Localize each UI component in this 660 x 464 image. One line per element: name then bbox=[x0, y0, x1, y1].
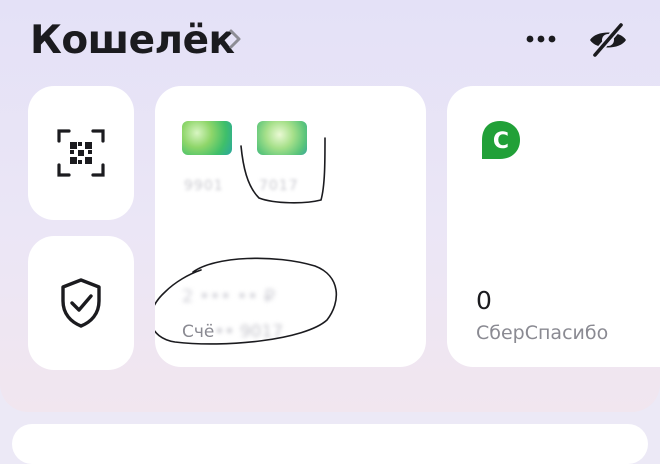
wallet-panel: Кошелёк 9901 7017 2 ••• •• ₽ Счё•• 9017 … bbox=[0, 0, 660, 412]
sberspasibo-label: СберСпасибо bbox=[476, 322, 609, 344]
eye-slash-icon[interactable] bbox=[586, 20, 630, 60]
page-title[interactable]: Кошелёк bbox=[30, 17, 235, 65]
qr-scan-button[interactable] bbox=[28, 86, 134, 220]
sberspasibo-logo-icon: С bbox=[482, 121, 520, 159]
account-label: Счё•• 9017 bbox=[182, 322, 283, 342]
card-number: 9901 bbox=[184, 178, 224, 194]
shield-check-icon bbox=[61, 278, 101, 328]
bank-card-thumbnail[interactable] bbox=[257, 121, 307, 155]
card-number: 7017 bbox=[259, 178, 299, 194]
account-label-prefix: Счё bbox=[182, 322, 215, 342]
chevron-right-icon[interactable] bbox=[228, 28, 242, 50]
account-balance: 2 ••• •• ₽ bbox=[182, 286, 276, 307]
security-button[interactable] bbox=[28, 236, 134, 370]
sberspasibo-card[interactable]: С 0 СберСпасибо bbox=[447, 86, 660, 367]
sberspasibo-balance: 0 bbox=[476, 286, 492, 315]
account-label-suffix: •• 9017 bbox=[214, 322, 284, 342]
bank-card-thumbnail[interactable] bbox=[182, 121, 232, 155]
qr-scanner-icon bbox=[57, 129, 105, 177]
more-horizontal-icon[interactable] bbox=[524, 26, 558, 52]
cards-accounts-card[interactable]: 9901 7017 2 ••• •• ₽ Счё•• 9017 bbox=[155, 86, 426, 367]
svg-text:С: С bbox=[493, 129, 509, 154]
next-section-card[interactable] bbox=[12, 424, 648, 464]
